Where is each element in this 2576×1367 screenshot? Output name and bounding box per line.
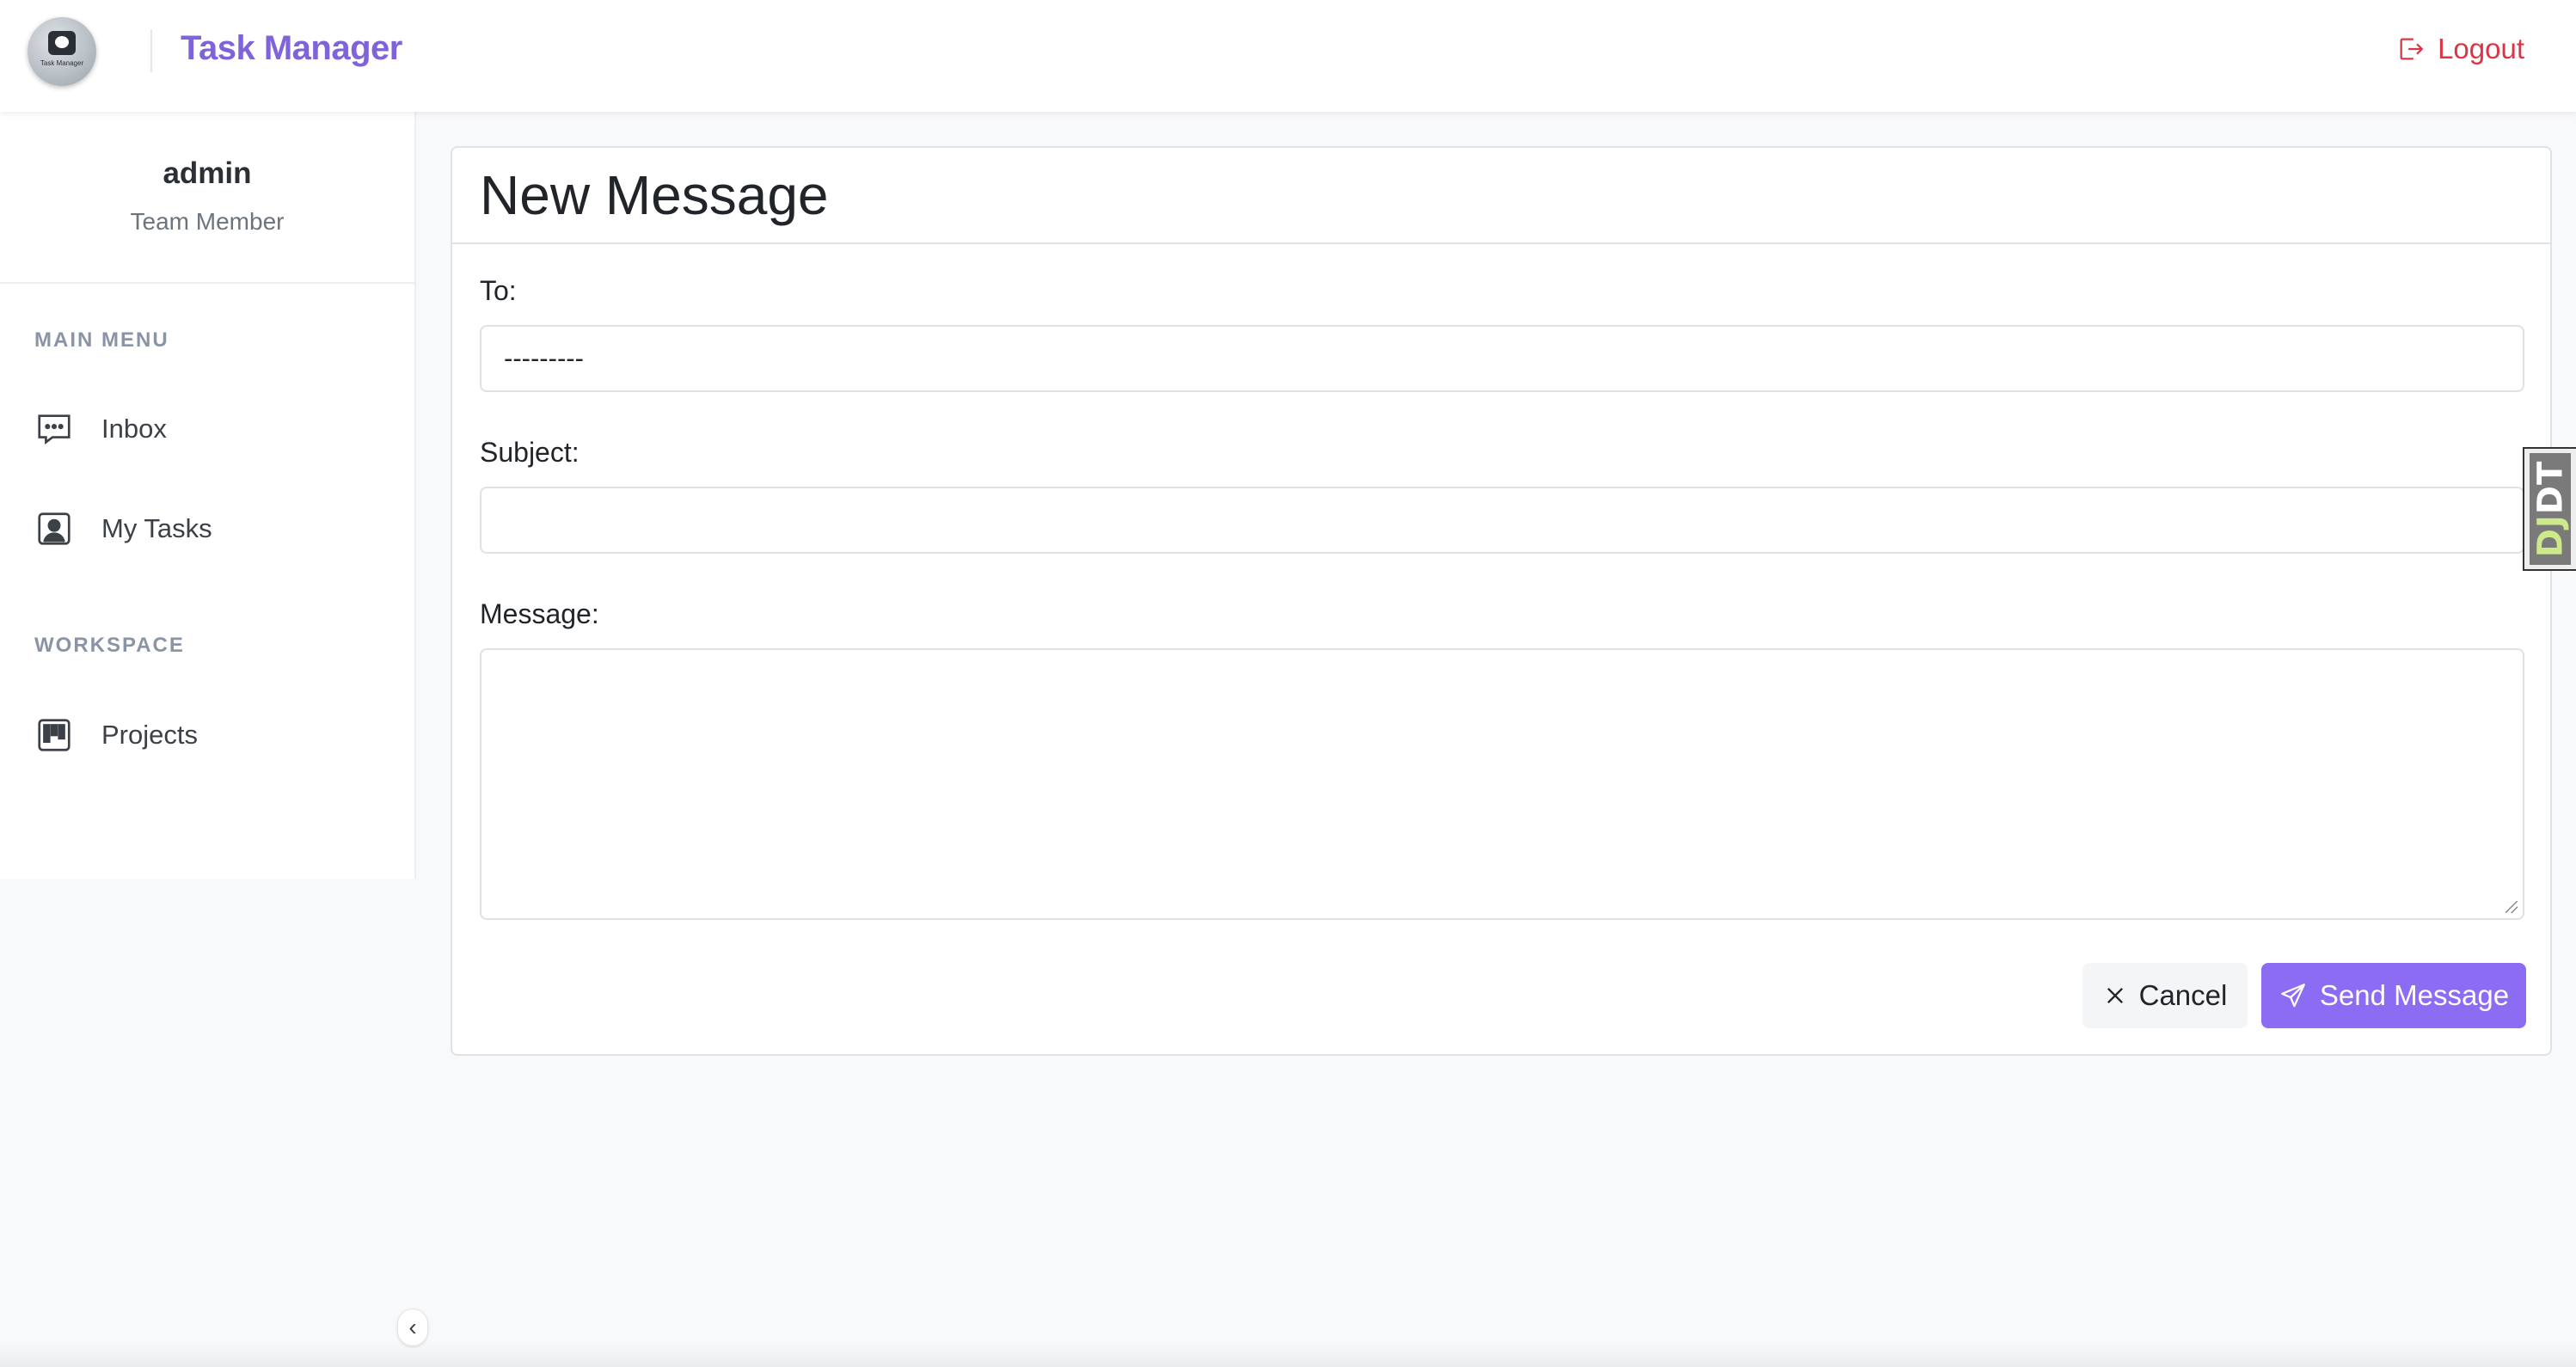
cancel-label: Cancel bbox=[2138, 979, 2228, 1011]
section-title-main-menu: MAIN MENU bbox=[34, 328, 169, 352]
logout-label: Logout bbox=[2438, 33, 2524, 64]
sidebar-item-label: My Tasks bbox=[101, 513, 212, 543]
app-root: Task Manager Task Manager Logout admin T… bbox=[0, 0, 2576, 1367]
to-label: To: bbox=[480, 275, 517, 306]
user-name: admin bbox=[163, 156, 252, 190]
debug-toolbar-label: DJDT bbox=[2530, 460, 2570, 558]
message-textarea[interactable] bbox=[480, 648, 2524, 920]
kanban-icon bbox=[38, 719, 71, 751]
logo-text: Task Manager bbox=[40, 59, 84, 67]
logout-button[interactable]: Logout bbox=[2396, 33, 2524, 65]
user-role: Team Member bbox=[130, 208, 285, 235]
sidebar: admin Team Member MAIN MENU Inbox My Tas… bbox=[0, 112, 416, 879]
heart-icon bbox=[55, 36, 69, 48]
sidebar-item-projects[interactable]: Projects bbox=[34, 715, 198, 755]
subject-input[interactable] bbox=[480, 487, 2524, 554]
sidebar-item-label: Inbox bbox=[101, 414, 167, 444]
top-header: Task Manager Task Manager Logout bbox=[0, 0, 2576, 112]
subject-label: Subject: bbox=[480, 437, 580, 468]
logout-icon bbox=[2400, 38, 2424, 60]
recipient-select-value: --------- bbox=[504, 343, 584, 373]
app-logo[interactable]: Task Manager bbox=[28, 17, 96, 86]
user-profile: admin Team Member bbox=[0, 112, 414, 284]
header-divider bbox=[150, 29, 152, 72]
page-title: New Message bbox=[480, 164, 829, 226]
sidebar-item-my-tasks[interactable]: My Tasks bbox=[34, 509, 212, 549]
message-label: Message: bbox=[480, 598, 599, 629]
cancel-button[interactable]: Cancel bbox=[2082, 963, 2248, 1028]
send-message-button[interactable]: Send Message bbox=[2261, 963, 2526, 1028]
brand-title[interactable]: Task Manager bbox=[181, 29, 402, 68]
chat-dots-icon bbox=[38, 414, 71, 445]
send-icon bbox=[2281, 984, 2305, 1008]
debug-toolbar-badge: DJDT bbox=[2530, 453, 2571, 565]
person-badge-icon bbox=[38, 512, 71, 545]
recipient-select[interactable]: --------- bbox=[480, 325, 2524, 392]
bottom-shadow bbox=[0, 1341, 2576, 1367]
new-message-card: New Message To: --------- Subject: Messa… bbox=[451, 146, 2552, 1056]
debug-toolbar-handle[interactable]: DJDT bbox=[2523, 447, 2576, 571]
sidebar-item-inbox[interactable]: Inbox bbox=[34, 409, 167, 449]
logo-icon bbox=[48, 31, 76, 55]
close-icon bbox=[2107, 988, 2123, 1003]
section-title-workspace: WORKSPACE bbox=[34, 634, 185, 657]
sidebar-item-label: Projects bbox=[101, 720, 198, 750]
send-label: Send Message bbox=[2319, 979, 2510, 1011]
card-header: New Message bbox=[452, 148, 2550, 244]
resize-handle[interactable] bbox=[2505, 901, 2518, 913]
